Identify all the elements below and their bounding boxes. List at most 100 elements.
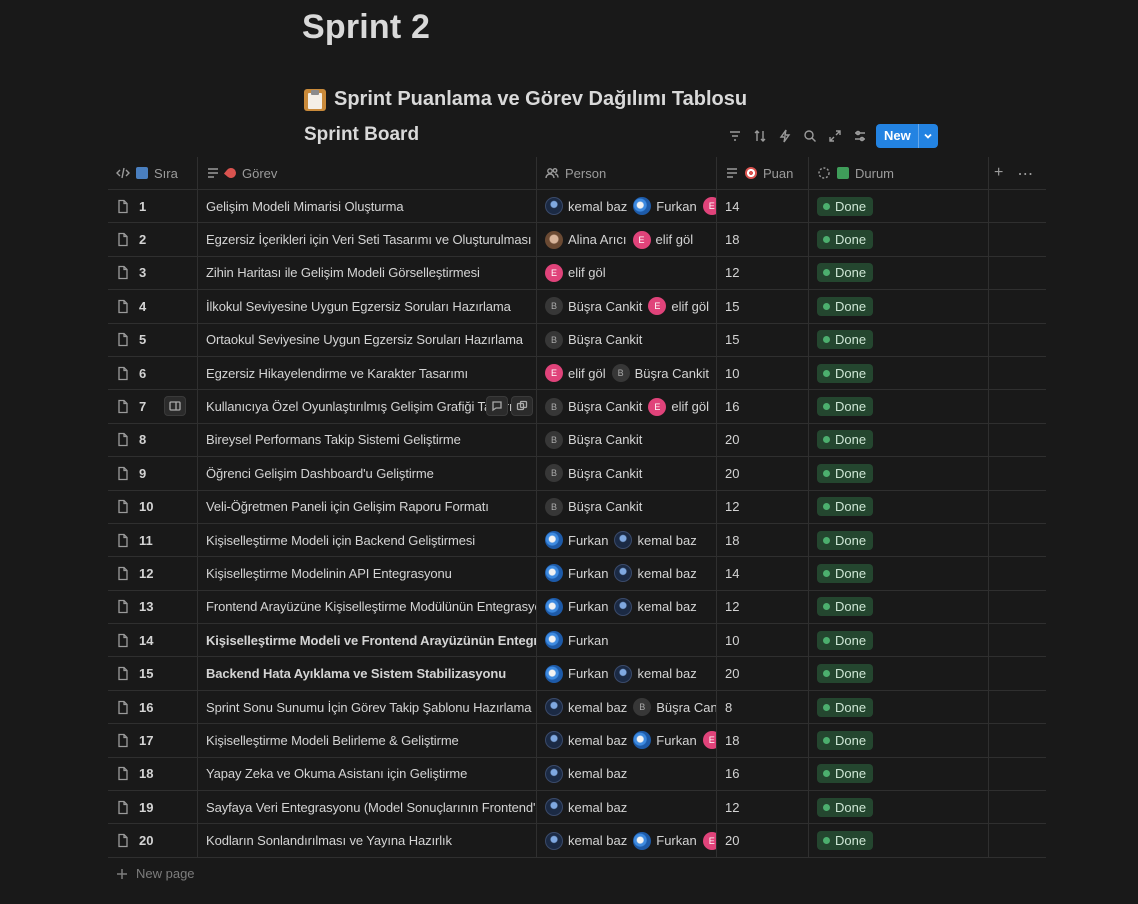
cell-person[interactable]: kemal baz — [537, 791, 717, 824]
filter-icon[interactable] — [722, 124, 747, 148]
person-chip[interactable]: Furkan — [545, 597, 608, 616]
cell-puan[interactable]: 20 — [717, 824, 809, 857]
status-badge[interactable]: Done — [817, 263, 874, 283]
cell-person[interactable]: kemal baz — [537, 757, 717, 791]
status-badge[interactable]: Done — [817, 430, 874, 450]
search-icon[interactable] — [797, 124, 822, 148]
cell-sira[interactable]: 19 — [108, 791, 198, 824]
status-badge[interactable]: Done — [817, 563, 874, 583]
cell-sira[interactable]: 14 — [108, 624, 198, 657]
automation-bolt-icon[interactable] — [772, 124, 797, 148]
table-row[interactable]: 13 Frontend Arayüzüne Kişiselleştirme Mod… — [108, 590, 1046, 625]
task-title[interactable]: Gelişim Modeli Mimarisi Oluşturma — [206, 199, 404, 214]
cell-puan[interactable]: 18 — [717, 724, 809, 757]
status-badge[interactable]: Done — [817, 831, 874, 851]
person-chip[interactable]: E — [702, 731, 716, 750]
cell-durum[interactable]: Done — [809, 390, 989, 423]
cell-puan[interactable]: 10 — [717, 356, 809, 390]
cell-gorev[interactable]: Gelişim Modeli Mimarisi Oluşturma — [198, 190, 537, 223]
cell-sira[interactable]: 13 — [108, 590, 198, 624]
cell-person[interactable]: Furkan — [537, 624, 717, 657]
table-row[interactable]: 2 Egzersiz İçerikleri için Veri Seti Tasa… — [108, 223, 1046, 257]
cell-sira[interactable]: 1 — [108, 190, 198, 223]
cell-gorev[interactable]: Yapay Zeka ve Okuma Asistanı için Gelişt… — [198, 757, 537, 791]
settings-sliders-icon[interactable] — [847, 124, 872, 148]
person-chip[interactable]: E — [702, 197, 716, 216]
cell-durum[interactable]: Done — [809, 590, 989, 624]
person-chip[interactable]: kemal baz — [545, 731, 627, 750]
person-chip[interactable]: kemal baz — [545, 197, 627, 216]
cell-sira[interactable]: 15 — [108, 657, 198, 690]
cell-person[interactable]: B Büşra Cankit — [537, 423, 717, 457]
cell-gorev[interactable]: Kişiselleştirme Modeli Belirleme & Geliş… — [198, 724, 537, 757]
person-chip[interactable]: kemal baz — [614, 664, 697, 683]
status-badge[interactable]: Done — [817, 230, 874, 250]
cell-durum[interactable]: Done — [809, 457, 989, 490]
person-chip[interactable]: Eelif göl — [648, 397, 709, 416]
cell-gorev[interactable]: Ortaokul Seviyesine Uygun Egzersiz Sorul… — [198, 323, 537, 356]
cell-gorev[interactable]: Zihin Haritası ile Gelişim Modeli Görsel… — [198, 256, 537, 290]
cell-durum[interactable]: Done — [809, 557, 989, 590]
table-row[interactable]: 16 Sprint Sonu Sunumu İçin Görev Takip Şa… — [108, 690, 1046, 725]
table-row[interactable]: 7 Kullanıcıya Özel Oyunlaştırılmış Gelişi… — [108, 390, 1046, 424]
person-chip[interactable]: kemal baz — [614, 597, 697, 616]
cell-gorev[interactable]: Bireysel Performans Takip Sistemi Gelişt… — [198, 423, 537, 457]
cell-puan[interactable]: 12 — [717, 490, 809, 523]
cell-puan[interactable]: 20 — [717, 657, 809, 690]
cell-puan[interactable]: 15 — [717, 290, 809, 323]
cell-puan[interactable]: 16 — [717, 757, 809, 791]
cell-puan[interactable]: 18 — [717, 523, 809, 557]
cell-sira[interactable]: 3 — [108, 256, 198, 290]
cell-durum[interactable]: Done — [809, 223, 989, 256]
comment-icon[interactable] — [486, 396, 508, 416]
person-chip[interactable]: Furkan — [633, 731, 697, 750]
person-chip[interactable]: kemal baz — [545, 764, 627, 783]
person-chip[interactable]: BBüşra Cankit — [545, 464, 642, 483]
cell-person[interactable]: Eelif göl — [537, 256, 717, 290]
person-chip[interactable]: kemal baz — [614, 531, 697, 550]
chevron-down-icon[interactable] — [917, 124, 938, 148]
task-title[interactable]: Veli-Öğretmen Paneli için Gelişim Raporu… — [206, 499, 489, 514]
cell-person[interactable]: kemal baz Furkan E — [537, 190, 717, 223]
person-chip[interactable]: BBüşra Cankit — [611, 364, 709, 383]
person-chip[interactable]: kemal baz — [614, 564, 697, 583]
table-row[interactable]: 15 Backend Hata Ayıklama ve Sistem Stabil… — [108, 657, 1046, 691]
cell-durum[interactable]: Done — [809, 356, 989, 390]
cell-gorev[interactable]: Backend Hata Ayıklama ve Sistem Stabiliz… — [198, 657, 537, 690]
cell-person[interactable]: B Büşra Cankit — [537, 457, 717, 490]
cell-puan[interactable]: 20 — [717, 423, 809, 457]
cell-gorev[interactable]: Veli-Öğretmen Paneli için Gelişim Raporu… — [198, 490, 537, 523]
cell-puan[interactable]: 20 — [717, 457, 809, 490]
task-title[interactable]: Zihin Haritası ile Gelişim Modeli Görsel… — [206, 265, 480, 280]
task-title[interactable]: Sprint Sonu Sunumu İçin Görev Takip Şabl… — [206, 700, 532, 715]
cell-durum[interactable]: Done — [809, 624, 989, 657]
status-badge[interactable]: Done — [817, 497, 874, 517]
board-title[interactable]: Sprint Board — [304, 124, 419, 146]
cell-gorev[interactable]: Öğrenci Gelişim Dashboard'u Geliştirme — [198, 457, 537, 490]
cell-person[interactable]: Furkan kemal baz — [537, 523, 717, 557]
cell-sira[interactable]: 6 — [108, 356, 198, 390]
table-row[interactable]: 20 Kodların Sonlandırılması ve Yayına Haz… — [108, 824, 1046, 858]
new-button-label[interactable]: New — [876, 124, 918, 148]
person-chip[interactable]: Eelif göl — [545, 364, 606, 383]
task-title[interactable]: Kullanıcıya Özel Oyunlaştırılmış Gelişim… — [206, 399, 527, 414]
task-title[interactable]: Backend Hata Ayıklama ve Sistem Stabiliz… — [206, 666, 506, 681]
person-chip[interactable]: Furkan — [633, 831, 697, 850]
task-title[interactable]: Kişiselleştirme Modeli için Backend Geli… — [206, 533, 475, 548]
task-title[interactable]: İlkokul Seviyesine Uygun Egzersiz Sorula… — [206, 299, 511, 314]
cell-person[interactable]: kemal baz Furkan E — [537, 824, 717, 857]
status-badge[interactable]: Done — [817, 664, 874, 684]
cell-gorev[interactable]: Kişiselleştirme Modeli ve Frontend Arayü… — [198, 624, 537, 657]
person-chip[interactable]: E — [702, 831, 716, 850]
cell-person[interactable]: Furkan kemal baz — [537, 590, 717, 624]
duplicate-icon[interactable] — [511, 396, 533, 416]
table-row[interactable]: 1 Gelişim Modeli Mimarisi Oluşturma kemal … — [108, 190, 1046, 224]
person-chip[interactable]: kemal baz — [545, 831, 627, 850]
cell-durum[interactable]: Done — [809, 523, 989, 557]
status-badge[interactable]: Done — [817, 330, 874, 350]
cell-person[interactable]: B Büşra Cankit — [537, 323, 717, 356]
cell-puan[interactable]: 16 — [717, 390, 809, 423]
status-badge[interactable]: Done — [817, 597, 874, 617]
person-chip[interactable]: BBüşra Cankit — [545, 397, 642, 416]
cell-puan[interactable]: 10 — [717, 624, 809, 657]
